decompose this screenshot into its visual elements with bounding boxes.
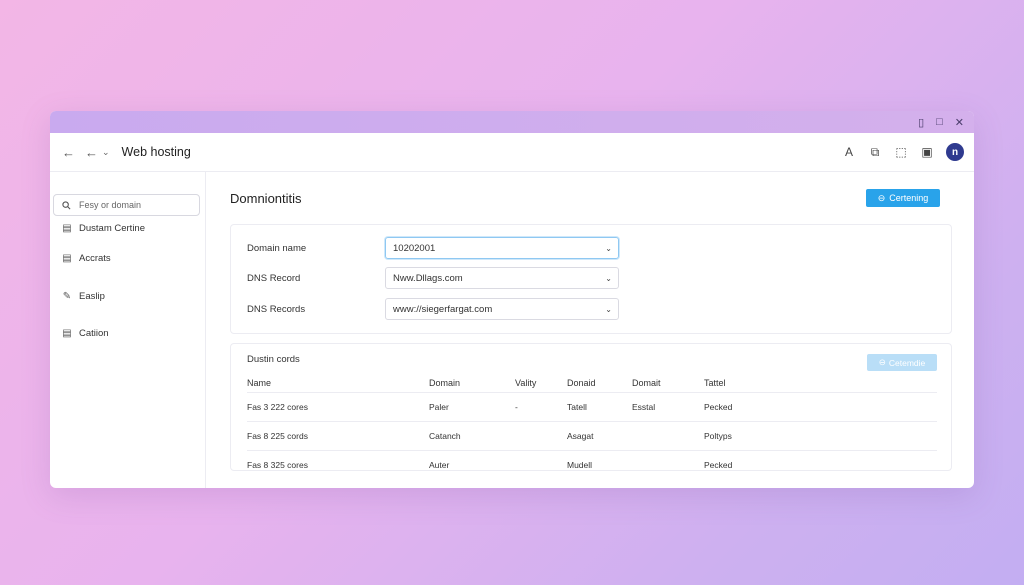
button-label: Cetemdie bbox=[888, 357, 926, 368]
pencil-icon: ✎ bbox=[62, 291, 72, 302]
domain-name-select[interactable]: 10202001 ⌄ bbox=[385, 237, 619, 259]
field-label: DNS Records bbox=[247, 303, 306, 315]
table-cell: Esstal bbox=[632, 402, 656, 412]
column-header[interactable]: Domain bbox=[429, 374, 460, 392]
minus-circle-icon: ⊖ bbox=[878, 357, 886, 367]
toolbar-actions: A ⧉ ⬚ ▣ n bbox=[842, 133, 964, 171]
table-cell: - bbox=[515, 402, 518, 412]
chevron-down-icon: ⌄ bbox=[605, 243, 612, 253]
table-cell: Pecked bbox=[704, 460, 733, 470]
window-controls: ▯ □ ✕ bbox=[918, 111, 964, 133]
sidebar: ▤ Dustam Certine ▤ Accrats ✎ Easlip ▤ Ca… bbox=[50, 171, 206, 488]
button-label: Certening bbox=[889, 193, 929, 203]
table-row[interactable]: Fas 3 222 cores Paler - Tatell Esstal Pe… bbox=[247, 393, 937, 422]
column-header[interactable]: Donaid bbox=[567, 374, 596, 392]
chevron-down-icon: ⌄ bbox=[605, 273, 612, 283]
select-value: Nww.Dllags.com bbox=[393, 272, 463, 284]
sidebar-item-catiion[interactable]: ▤ Catiion bbox=[62, 328, 109, 339]
sidebar-item-dustam-certine[interactable]: ▤ Dustam Certine bbox=[62, 223, 145, 234]
select-value: 10202001 bbox=[393, 242, 436, 254]
table-row[interactable]: Fas 8 225 cords Catanch Asagat Poltyps bbox=[247, 422, 937, 451]
clipboard-icon: ▤ bbox=[62, 328, 72, 339]
dns-records-select[interactable]: www://siegerfargat.com ⌄ bbox=[385, 298, 619, 320]
table-row[interactable]: Fas 8 325 cores Auter Mudell Pecked bbox=[247, 451, 937, 479]
form-row-dns-record: DNS Record Nww.Dllags.com ⌄ bbox=[247, 267, 619, 289]
table-cell: Fas 3 222 cores bbox=[247, 402, 308, 412]
app-title: Web hosting bbox=[121, 145, 191, 159]
sidebar-item-label: Catiion bbox=[79, 328, 109, 339]
sidebar-item-label: Dustam Certine bbox=[79, 223, 145, 234]
copy-icon[interactable]: ⧉ bbox=[868, 145, 882, 159]
certening-button[interactable]: ⊖ Certening bbox=[866, 189, 940, 207]
search-input[interactable] bbox=[77, 199, 181, 211]
sidebar-item-label: Accrats bbox=[79, 253, 111, 264]
app-window: ▯ □ ✕ ← ← ⌄ Web hosting A ⧉ ⬚ ▣ n ▤ bbox=[50, 111, 974, 488]
main-content: Domniontitis ⊖ Certening Domain name 102… bbox=[206, 171, 974, 488]
records-table: Name Domain Vality Donaid Domait Tattel … bbox=[247, 374, 937, 479]
table-cell: Pecked bbox=[704, 402, 733, 412]
column-header[interactable]: Name bbox=[247, 374, 271, 392]
calendar-icon[interactable]: ▣ bbox=[920, 145, 934, 159]
column-header[interactable]: Vality bbox=[515, 374, 536, 392]
history-back-icon[interactable]: ← bbox=[85, 145, 98, 160]
table-header: Name Domain Vality Donaid Domait Tattel bbox=[247, 374, 937, 392]
table-cell: Mudell bbox=[567, 460, 593, 470]
table-cell: Fas 8 325 cores bbox=[247, 460, 308, 470]
sidebar-item-label: Easlip bbox=[79, 291, 105, 302]
records-card: Dustin cords ⊖ Cetemdie Name Domain Vali… bbox=[230, 343, 952, 471]
cetemdie-button[interactable]: ⊖ Cetemdie bbox=[867, 354, 937, 371]
maximize-icon[interactable]: □ bbox=[936, 116, 943, 128]
search-icon bbox=[62, 200, 71, 209]
back-arrow-icon[interactable]: ← bbox=[62, 145, 75, 160]
font-icon[interactable]: A bbox=[842, 145, 856, 159]
document-icon: ▤ bbox=[62, 223, 72, 234]
table-cell: Poltyps bbox=[704, 431, 732, 441]
field-label: Domain name bbox=[247, 242, 307, 254]
page-title: Domniontitis bbox=[230, 191, 302, 206]
table-cell: Asagat bbox=[567, 431, 594, 441]
nav-group: ← ← ⌄ Web hosting bbox=[62, 145, 191, 160]
sidebar-item-easlip[interactable]: ✎ Easlip bbox=[62, 291, 105, 302]
sidebar-item-accrats[interactable]: ▤ Accrats bbox=[62, 253, 111, 264]
share-icon[interactable]: ⬚ bbox=[894, 145, 908, 159]
table-cell: Catanch bbox=[429, 431, 461, 441]
search-box bbox=[53, 194, 200, 216]
chevron-down-icon[interactable]: ⌄ bbox=[102, 147, 110, 158]
domain-settings-card: Domain name 10202001 ⌄ DNS Record Nww.Dl… bbox=[230, 224, 952, 334]
minimize-icon[interactable]: ▯ bbox=[918, 116, 924, 129]
table-cell: Tatell bbox=[567, 402, 587, 412]
form-row-domain-name: Domain name 10202001 ⌄ bbox=[247, 237, 619, 259]
title-bar: ▯ □ ✕ bbox=[50, 111, 974, 133]
close-icon[interactable]: ✕ bbox=[955, 116, 964, 129]
avatar[interactable]: n bbox=[946, 143, 964, 161]
records-title: Dustin cords bbox=[247, 354, 300, 365]
document-icon: ▤ bbox=[62, 253, 72, 264]
select-value: www://siegerfargat.com bbox=[393, 303, 493, 315]
field-label: DNS Record bbox=[247, 272, 301, 284]
chevron-down-icon: ⌄ bbox=[605, 304, 612, 314]
toolbar: ← ← ⌄ Web hosting A ⧉ ⬚ ▣ n bbox=[50, 133, 974, 172]
dns-record-select[interactable]: Nww.Dllags.com ⌄ bbox=[385, 267, 619, 289]
table-cell: Fas 8 225 cords bbox=[247, 431, 308, 441]
column-header[interactable]: Domait bbox=[632, 374, 661, 392]
form-row-dns-records: DNS Records www://siegerfargat.com ⌄ bbox=[247, 298, 619, 320]
table-cell: Paler bbox=[429, 402, 449, 412]
table-cell: Auter bbox=[429, 460, 450, 470]
column-header[interactable]: Tattel bbox=[704, 374, 726, 392]
minus-circle-icon: ⊖ bbox=[877, 192, 886, 203]
